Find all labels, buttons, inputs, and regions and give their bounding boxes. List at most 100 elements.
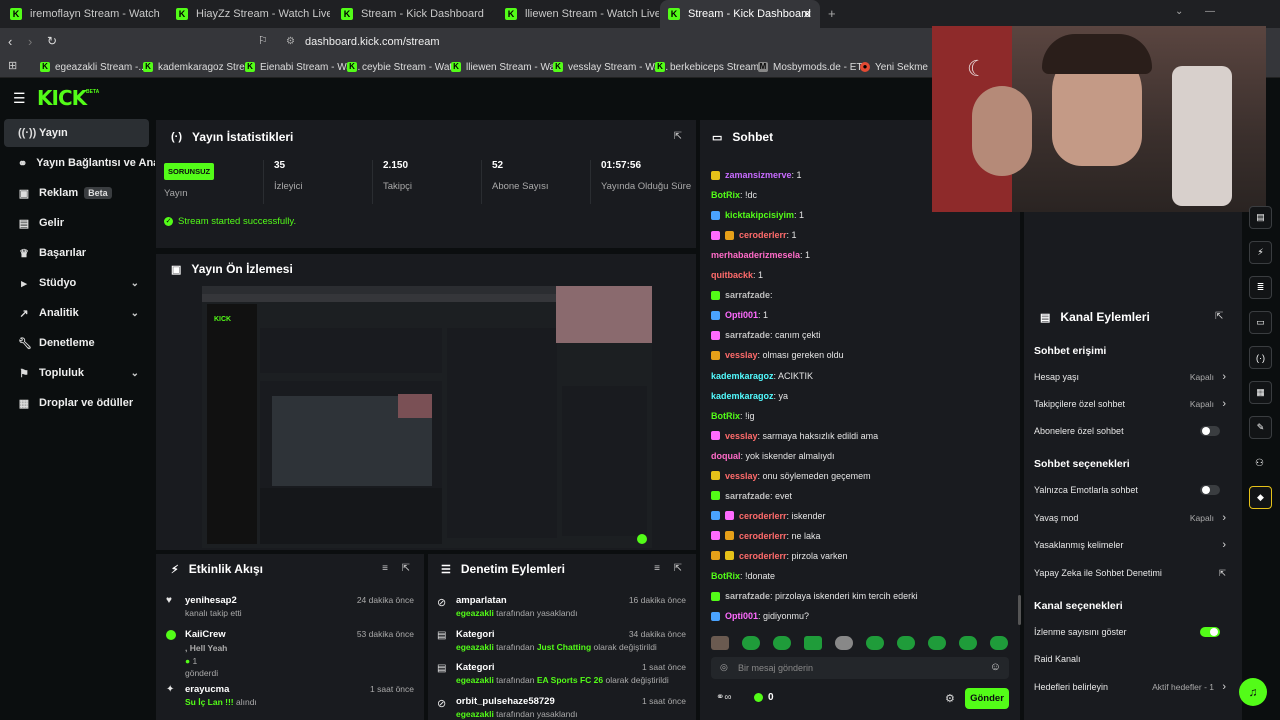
new-tab-icon[interactable]: + [828,6,836,21]
emote-icon[interactable] [866,636,884,650]
sidebar-item-gelir[interactable]: ▤ Gelir [4,209,149,237]
chat-username[interactable]: vesslay [725,471,758,481]
toggle-switch[interactable] [1200,426,1220,436]
popout-icon[interactable]: ⇱ [674,131,682,142]
browser-tab[interactable]: Klliewen Stream - Watch Live on Kick [497,0,659,28]
emoji-icon[interactable]: ☺ [990,661,1001,673]
rail-moderation-icon[interactable]: ▦ [1249,381,1272,404]
sidebar-item-topluluk[interactable]: ⚑ Topluluk ⌄ [4,359,149,387]
browser-tab[interactable]: KHiayZz Stream - Watch Live on Kick [168,0,330,28]
chat-username[interactable]: vesslay [725,431,758,441]
preview-video[interactable]: KICK [202,286,652,548]
kick-logo[interactable]: KICK [37,86,87,110]
menu-icon[interactable]: ☰ [13,90,26,107]
channel-action-row[interactable]: Yavaş mod Kapalı › [1034,508,1230,528]
chat-settings-icon[interactable]: ⚙ [945,692,955,705]
url-field[interactable]: dashboard.kick.com/stream [305,36,440,48]
bookmark-item[interactable]: Kkademkaragoz Stre... [143,59,253,75]
sidebar-item-reklam[interactable]: ▣ Reklam Beta [4,179,149,207]
popout-icon[interactable]: ⇱ [1215,311,1223,322]
rail-channel-actions-icon[interactable]: ◆ [1249,486,1272,509]
chat-username[interactable]: Opti001 [725,611,758,621]
sidebar-item-studyo[interactable]: ▸ Stüdyo ⌄ [4,269,149,297]
rail-list-icon[interactable]: ≣ [1249,276,1272,299]
forward-icon[interactable]: › [28,34,32,49]
sidebar-item-stream-key[interactable]: ⚭Yayın Bağlantısı ve Anahtar [4,149,155,177]
rail-stats-icon[interactable]: ▤ [1249,206,1272,229]
rail-chat-icon[interactable]: ▭ [1249,311,1272,334]
bookmark-item[interactable]: Kegeazakli Stream -... [40,59,147,75]
chat-username[interactable]: sarrafzade [725,591,770,601]
rail-wrench-icon[interactable]: ✎ [1249,416,1272,439]
chat-scrollbar[interactable] [1018,595,1021,625]
site-info-icon[interactable]: ⚙ [286,36,295,47]
channel-action-row[interactable]: Takipçilere özel sohbet Kapalı › [1034,394,1230,414]
browser-tab-active[interactable]: K Stream - Kick Dashboard ✕ [660,0,820,28]
bookmark-icon[interactable]: ⚐ [258,34,268,47]
chat-username[interactable]: doqual [711,451,741,461]
emote-icon[interactable] [897,636,915,650]
rail-people-icon[interactable]: ⚇ [1255,458,1264,469]
chat-username[interactable]: ceroderlerr [739,551,787,561]
emote-icon[interactable] [773,636,791,650]
bookmark-item[interactable]: Kceybie Stream - Wat... [347,59,461,75]
bookmark-item[interactable]: ● Yeni Sekme [860,59,928,75]
browser-tab[interactable]: Kiremoflayn Stream - Watch Live on K [2,0,162,28]
chat-username[interactable]: BotRix [711,411,740,421]
support-headset-icon[interactable]: ♫ [1239,678,1267,706]
chat-username[interactable]: sarrafzade [725,330,770,340]
bookmark-item[interactable]: Kvesslay Stream - Wa... [553,59,668,75]
channel-action-row[interactable]: Raid Kanalı [1034,649,1230,669]
apps-icon[interactable]: ⊞ [8,59,17,72]
chat-username[interactable]: zamansizmerve [725,170,792,180]
sidebar-item-droplar[interactable]: ▦ Droplar ve ödüller [4,389,149,417]
chat-username[interactable]: merhabaderizmesela [711,250,800,260]
rail-broadcast-icon[interactable]: (·) [1249,346,1272,369]
bookmark-item[interactable]: K Eienabi Stream - Wa... [245,59,360,75]
chat-username[interactable]: sarrafzade [725,491,770,501]
chat-username[interactable]: BotRix [711,190,740,200]
sidebar-item-basarilar[interactable]: ♛ Başarılar [4,239,149,267]
emote-icon[interactable] [959,636,977,650]
bookmark-item[interactable]: M Mosbymods.de - ET... [758,59,870,75]
chat-username[interactable]: BotRix [711,571,740,581]
emote-icon[interactable] [990,636,1008,650]
bookmark-item[interactable]: Kberkebiceps Stream... [655,59,767,75]
emote-icon[interactable] [835,636,853,650]
chat-username[interactable]: ceroderlerr [739,230,787,240]
chat-username[interactable]: Opti001 [725,310,758,320]
reload-icon[interactable]: ↻ [47,34,57,48]
chat-username[interactable]: vesslay [725,350,758,360]
popout-icon[interactable]: ⇱ [402,563,410,574]
emote-icon[interactable] [711,636,729,650]
sidebar-item-denetleme[interactable]: 🔧︎ Denetleme [4,329,149,357]
channel-action-row[interactable]: Yasaklanmış kelimeler › [1034,535,1230,555]
back-icon[interactable]: ‹ [8,34,12,49]
chat-input[interactable]: ◎ Bir mesaj gönderin ☺ [711,657,1009,679]
chat-username[interactable]: kademkaragoz [711,371,774,381]
chat-username[interactable]: kademkaragoz [711,391,774,401]
tab-search-icon[interactable]: ⌄ [1175,6,1183,17]
toggle-switch[interactable] [1200,485,1220,495]
browser-tab[interactable]: K Stream - Kick Dashboard [333,0,495,28]
chat-username[interactable]: quitbackk [711,270,753,280]
sidebar-item-analitik[interactable]: ↗ Analitik ⌄ [4,299,149,327]
send-button[interactable]: Gönder [965,688,1009,709]
rail-lightning-icon[interactable]: ⚡︎ [1249,241,1272,264]
channel-action-row[interactable]: İzlenme sayısını göster [1034,622,1230,642]
channel-action-row[interactable]: Hesap yaşı Kapalı › [1034,367,1230,387]
bookmark-item[interactable]: Klliewen Stream - Wa... [451,59,563,75]
toggle-switch[interactable] [1200,627,1220,637]
popout-icon[interactable]: ⇱ [674,563,682,574]
minimize-icon[interactable]: — [1205,6,1215,17]
chat-username[interactable]: ceroderlerr [739,511,787,521]
channel-action-row[interactable]: Abonelere özel sohbet [1034,421,1230,441]
sidebar-item-yayin[interactable]: ((·)) Yayın [4,119,149,147]
chat-username[interactable]: ceroderlerr [739,531,787,541]
channel-action-row[interactable]: Yapay Zeka ile Sohbet Denetimi ⇱ [1034,563,1230,583]
emote-icon[interactable] [928,636,946,650]
chat-username[interactable]: kicktakipcisiyim [725,210,794,220]
close-tab-icon[interactable]: ✕ [803,8,812,21]
channel-action-row[interactable]: Hedefleri belirleyin Aktif hedefler - 1 › [1034,677,1230,697]
emote-icon[interactable] [742,636,760,650]
